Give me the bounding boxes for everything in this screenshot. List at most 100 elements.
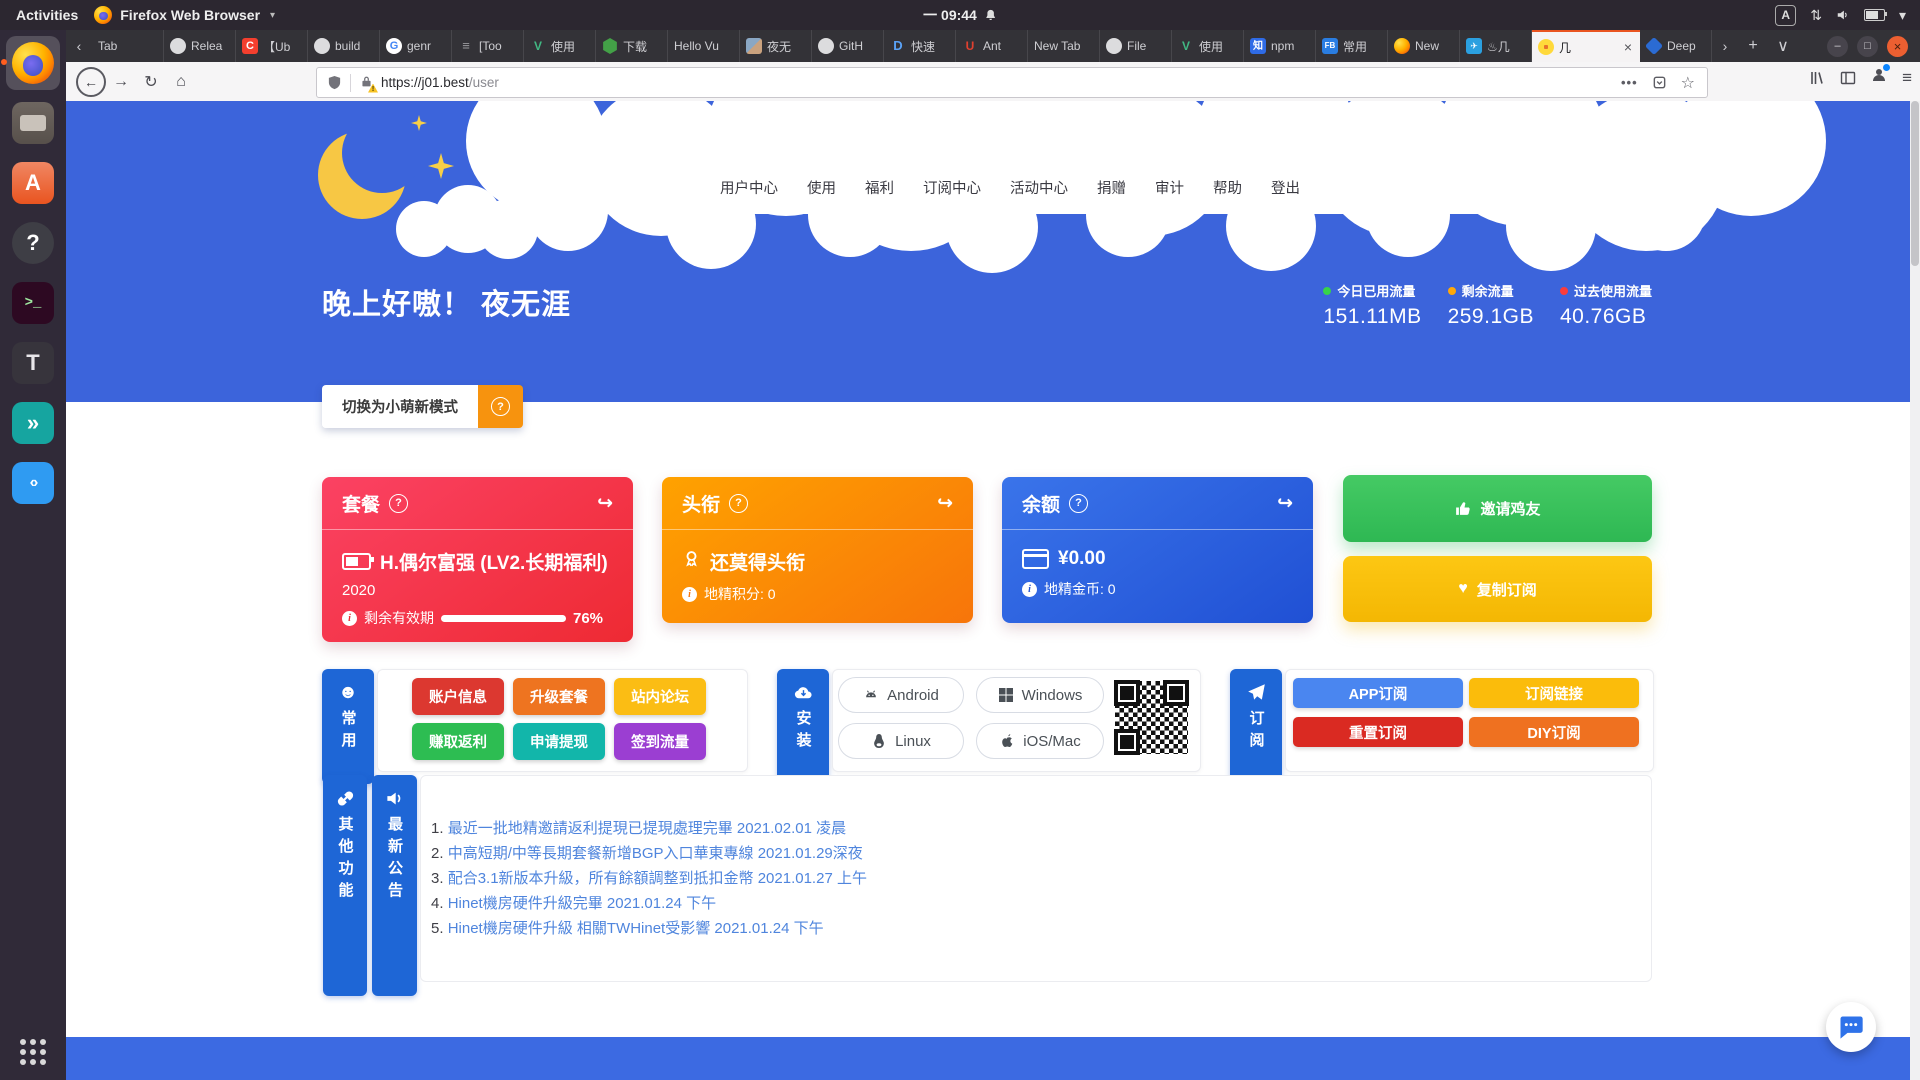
diy-subscription-button[interactable]: DIY订阅 (1469, 717, 1639, 747)
copy-subscription-button[interactable]: ♥ 复制订阅 (1343, 556, 1652, 622)
network-arrows-icon[interactable]: ⇅ (1810, 7, 1822, 24)
system-clock[interactable]: 一 09:44 (923, 5, 997, 25)
subscribe-section-tab[interactable]: 订阅 (1230, 669, 1282, 784)
dock-item-terminal[interactable]: >_ (6, 276, 60, 330)
chat-widget-button[interactable] (1826, 1002, 1876, 1052)
bookmark-star-icon[interactable]: ☆ (1681, 73, 1695, 93)
close-button[interactable]: × (1887, 36, 1908, 57)
app-subscribe-button[interactable]: APP订阅 (1293, 678, 1463, 708)
quick-action-button[interactable]: 升级套餐 (513, 678, 605, 715)
app-menu[interactable]: Firefox Web Browser ▾ (94, 6, 275, 24)
site-nav-item[interactable]: 用户中心 (720, 177, 778, 198)
tab-close-icon[interactable]: × (1622, 39, 1634, 55)
android-download-button[interactable]: Android (838, 677, 964, 713)
announcement-link[interactable]: Hinet機房硬件升級 相關TWHinet受影響 2021.01.24 下午 (448, 920, 824, 937)
browser-tab[interactable]: Tab (92, 30, 164, 62)
share-icon[interactable]: ↪ (1277, 492, 1293, 515)
quick-action-button[interactable]: 站内论坛 (614, 678, 706, 715)
minimize-button[interactable]: – (1827, 36, 1848, 57)
browser-tab[interactable]: ✈ ♨几 (1460, 30, 1532, 62)
newbie-mode-toggle[interactable]: 切换为小萌新模式 ? (322, 385, 523, 428)
browser-tab[interactable]: 知 npm (1244, 30, 1316, 62)
browser-tab[interactable]: Hello Vu (668, 30, 740, 62)
show-applications-button[interactable] (0, 1032, 66, 1072)
browser-tab[interactable]: build (308, 30, 380, 62)
sidebar-icon[interactable] (1840, 70, 1856, 86)
reset-subscription-button[interactable]: 重置订阅 (1293, 717, 1463, 747)
power-chevron-icon[interactable]: ▾ (1899, 7, 1906, 24)
system-indicators[interactable]: A ⇅ ▾ (1775, 5, 1920, 26)
browser-tab[interactable]: Deep (1640, 30, 1712, 62)
new-tab-button[interactable]: + (1738, 30, 1768, 62)
toggle-help-button[interactable]: ? (478, 385, 523, 428)
back-button[interactable]: ← (76, 67, 106, 97)
latest-news-tab[interactable]: 最新公告 (372, 775, 417, 996)
browser-tab[interactable]: V 使用 (1172, 30, 1244, 62)
site-nav-item[interactable]: 订阅中心 (923, 177, 981, 198)
activities-button[interactable]: Activities (0, 7, 94, 23)
site-nav-item[interactable]: 审计 (1155, 177, 1184, 198)
dock-item-vscode[interactable]: ‹› (6, 456, 60, 510)
browser-tab[interactable]: File (1100, 30, 1172, 62)
browser-tab[interactable]: G genr (380, 30, 452, 62)
site-nav-item[interactable]: 使用 (807, 177, 836, 198)
question-icon[interactable]: ? (1069, 494, 1088, 513)
share-icon[interactable]: ↪ (937, 492, 953, 515)
home-button[interactable]: ⌂ (166, 68, 196, 96)
site-nav-item[interactable]: 福利 (865, 177, 894, 198)
save-to-pocket-icon[interactable] (1652, 75, 1667, 90)
quick-action-button[interactable]: 申请提现 (513, 723, 605, 760)
question-icon[interactable]: ? (729, 494, 748, 513)
dock-item-ubuntu-software[interactable]: A (6, 156, 60, 210)
forward-button[interactable]: → (106, 68, 136, 96)
url-bar[interactable]: ! https://j01.best /user ••• ☆ (316, 67, 1708, 98)
ios-mac-download-button[interactable]: iOS/Mac (976, 723, 1104, 759)
dock-item-firefox[interactable] (6, 36, 60, 90)
quick-action-button[interactable]: 赚取返利 (412, 723, 504, 760)
quick-section-tab[interactable]: ☻ 常用 (322, 669, 374, 784)
subscribe-link-button[interactable]: 订阅链接 (1469, 678, 1639, 708)
site-nav-item[interactable]: 登出 (1271, 177, 1300, 198)
announcement-link[interactable]: 中高短期/中等長期套餐新增BGP入口華東專線 2021.01.29深夜 (448, 845, 863, 862)
toggle-label[interactable]: 切换为小萌新模式 (322, 385, 478, 428)
quick-action-button[interactable]: 账户信息 (412, 678, 504, 715)
browser-tab[interactable]: 夜无 (740, 30, 812, 62)
volume-icon[interactable] (1836, 8, 1850, 22)
question-icon[interactable]: ? (389, 494, 408, 513)
menu-hamburger-icon[interactable]: ≡ (1902, 68, 1912, 88)
site-nav-item[interactable]: 捐赠 (1097, 177, 1126, 198)
browser-tab[interactable]: GitH (812, 30, 884, 62)
dock-item-text-editor[interactable]: T (6, 336, 60, 390)
browser-tab[interactable]: New Tab (1028, 30, 1100, 62)
maximize-button[interactable]: □ (1857, 36, 1878, 57)
shield-icon[interactable] (327, 75, 342, 90)
announcement-link[interactable]: Hinet機房硬件升級完畢 2021.01.24 下午 (448, 895, 716, 912)
scrollbar-thumb[interactable] (1911, 101, 1919, 266)
browser-tab[interactable]: U Ant (956, 30, 1028, 62)
browser-tab[interactable]: New (1388, 30, 1460, 62)
browser-tab[interactable]: V 使用 (524, 30, 596, 62)
browser-tab[interactable]: ≡ [Too (452, 30, 524, 62)
account-icon[interactable] (1871, 67, 1887, 88)
browser-tab[interactable]: 几 × (1532, 30, 1640, 62)
lock-warning-icon[interactable]: ! (360, 75, 373, 91)
browser-tab[interactable]: FB 常用 (1316, 30, 1388, 62)
install-section-tab[interactable]: 安装 (777, 669, 829, 784)
page-actions-icon[interactable]: ••• (1621, 75, 1638, 90)
windows-download-button[interactable]: Windows (976, 677, 1104, 713)
announcement-link[interactable]: 最近一批地精邀請返利提現已提現處理完畢 2021.02.01 凌晨 (448, 820, 846, 837)
tab-list-dropdown-button[interactable]: ∨ (1768, 30, 1798, 62)
quick-action-button[interactable]: 签到流量 (614, 723, 706, 760)
share-icon[interactable]: ↪ (597, 492, 613, 515)
dock-item-remote-client[interactable]: » (6, 396, 60, 450)
site-nav-item[interactable]: 帮助 (1213, 177, 1242, 198)
tab-scroll-left-button[interactable]: ‹ (66, 30, 92, 62)
browser-tab[interactable]: 下载 (596, 30, 668, 62)
dock-item-help[interactable]: ? (6, 216, 60, 270)
battery-icon[interactable] (1864, 9, 1885, 21)
page-scrollbar[interactable] (1910, 101, 1920, 1080)
other-functions-tab[interactable]: 其他功能 (323, 775, 367, 996)
announcement-link[interactable]: 配合3.1新版本升級，所有餘額調整到抵扣金幣 2021.01.27 上午 (448, 870, 867, 887)
dock-item-files[interactable] (6, 96, 60, 150)
reload-button[interactable]: ↻ (136, 68, 166, 96)
